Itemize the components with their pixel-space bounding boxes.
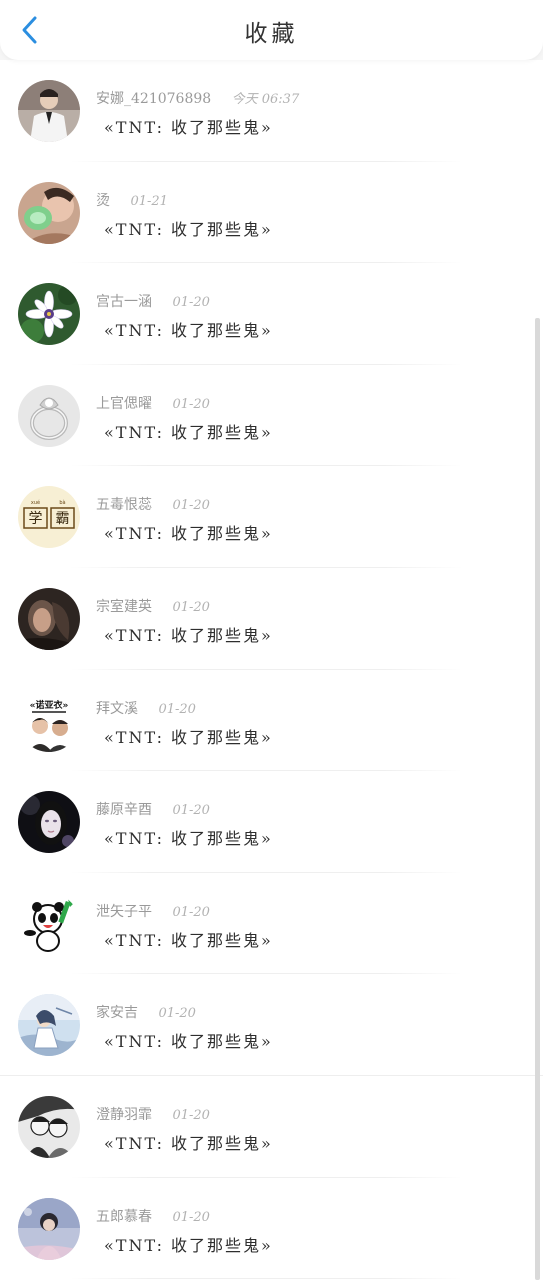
item-meta: 五郎慕春 01-20 bbox=[96, 1206, 210, 1226]
item-text: «TNT: 收了那些鬼» bbox=[104, 118, 273, 137]
list-item[interactable]: 澄静羽霏 01-20 «TNT: 收了那些鬼» bbox=[0, 1076, 543, 1178]
item-text: «TNT: 收了那些鬼» bbox=[104, 727, 273, 747]
user-name: 拜文溪 bbox=[96, 700, 138, 717]
svg-text:xué: xué bbox=[31, 499, 40, 506]
user-name: 安娜_421076898 bbox=[96, 91, 212, 107]
timestamp: 01-20 bbox=[172, 396, 210, 412]
item-meta: 宗室建英 01-20 bbox=[96, 596, 210, 616]
avatar bbox=[18, 1197, 80, 1260]
avatar: 学 霸 xué bà bbox=[18, 486, 80, 549]
top-bar: 收藏 bbox=[0, 0, 543, 60]
user-name: 藤原辛酉 bbox=[96, 802, 152, 819]
item-text: «TNT: 收了那些鬼» bbox=[104, 422, 273, 442]
avatar bbox=[18, 587, 80, 650]
timestamp: 01-20 bbox=[172, 1107, 210, 1123]
item-meta: 烫 01-21 bbox=[96, 190, 168, 210]
item-text: «TNT: 收了那些鬼» bbox=[104, 625, 273, 645]
item-meta: 泄矢子平 01-20 bbox=[96, 901, 210, 921]
svg-text:霸: 霸 bbox=[56, 511, 70, 527]
avatar bbox=[18, 791, 80, 854]
svg-text:«诺亚衣»: «诺亚衣» bbox=[30, 699, 69, 711]
avatar bbox=[18, 1095, 80, 1158]
item-meta: 藤原辛酉 01-20 bbox=[96, 799, 210, 819]
item-text: «TNT: 收了那些鬼» bbox=[104, 829, 273, 849]
timestamp: 01-20 bbox=[158, 701, 196, 717]
favorites-list: 安娜_421076898 今天 06:37 «TNT: 收了那些鬼» 烫 01-… bbox=[0, 60, 543, 1280]
avatar bbox=[18, 80, 80, 142]
timestamp: 今天 06:37 bbox=[231, 92, 300, 107]
list-item[interactable]: 上官偲曜 01-20 «TNT: 收了那些鬼» bbox=[0, 365, 543, 467]
page-title: 收藏 bbox=[244, 21, 299, 47]
svg-text:bà: bà bbox=[59, 499, 65, 506]
timestamp: 01-20 bbox=[172, 498, 210, 514]
user-name: 宗室建英 bbox=[96, 598, 152, 615]
user-name: 上官偲曜 bbox=[96, 395, 152, 412]
list-item[interactable]: 安娜_421076898 今天 06:37 «TNT: 收了那些鬼» bbox=[0, 60, 543, 162]
user-name: 家安吉 bbox=[96, 1005, 138, 1022]
list-item[interactable]: 宗室建英 01-20 «TNT: 收了那些鬼» bbox=[0, 568, 543, 670]
avatar bbox=[18, 283, 80, 346]
list-item[interactable]: 烫 01-21 «TNT: 收了那些鬼» bbox=[0, 162, 543, 264]
timestamp: 01-21 bbox=[130, 193, 168, 209]
timestamp: 01-20 bbox=[172, 1209, 210, 1225]
timestamp: 01-20 bbox=[172, 599, 210, 615]
item-text: «TNT: 收了那些鬼» bbox=[104, 930, 273, 950]
timestamp: 01-20 bbox=[158, 1006, 196, 1022]
user-name: 五毒恨蕊 bbox=[96, 497, 152, 514]
user-name: 宫古一涵 bbox=[96, 294, 152, 311]
scrollbar[interactable] bbox=[535, 318, 540, 1280]
item-text: «TNT: 收了那些鬼» bbox=[104, 321, 273, 341]
list-item[interactable]: «诺亚衣» 拜文溪 01-20 «TNT: 收了那些鬼» bbox=[0, 670, 543, 772]
list-item[interactable]: 家安吉 01-20 «TNT: 收了那些鬼» bbox=[0, 974, 543, 1076]
item-meta: 宫古一涵 01-20 bbox=[96, 291, 210, 311]
list-item[interactable]: 藤原辛酉 01-20 «TNT: 收了那些鬼» bbox=[0, 771, 543, 873]
list-item[interactable]: 五郎慕春 01-20 «TNT: 收了那些鬼» bbox=[0, 1178, 543, 1280]
item-text: «TNT: 收了那些鬼» bbox=[104, 219, 273, 239]
timestamp: 01-20 bbox=[172, 295, 210, 311]
user-name: 五郎慕春 bbox=[96, 1208, 152, 1225]
avatar: «诺亚衣» bbox=[18, 689, 80, 752]
user-name: 泄矢子平 bbox=[96, 903, 152, 920]
avatar bbox=[18, 994, 80, 1057]
item-meta: 安娜_421076898 今天 06:37 bbox=[96, 88, 299, 108]
item-text: «TNT: 收了那些鬼» bbox=[104, 524, 273, 544]
item-text: «TNT: 收了那些鬼» bbox=[104, 1235, 273, 1255]
avatar bbox=[18, 384, 80, 447]
avatar bbox=[18, 181, 80, 244]
item-meta: 拜文溪 01-20 bbox=[96, 698, 196, 718]
list-item[interactable]: 学 霸 xué bà 五毒恨蕊 01-20 «TNT: 收了那些鬼» bbox=[0, 466, 543, 568]
item-meta: 上官偲曜 01-20 bbox=[96, 393, 210, 413]
user-name: 澄静羽霏 bbox=[96, 1106, 152, 1123]
item-text: «TNT: 收了那些鬼» bbox=[104, 1032, 273, 1052]
list-item[interactable]: 泄矢子平 01-20 «TNT: 收了那些鬼» bbox=[0, 873, 543, 975]
timestamp: 01-20 bbox=[172, 803, 210, 819]
item-meta: 澄静羽霏 01-20 bbox=[96, 1104, 210, 1124]
svg-text:学: 学 bbox=[29, 511, 43, 527]
timestamp: 01-20 bbox=[172, 904, 210, 920]
list-item[interactable]: 宫古一涵 01-20 «TNT: 收了那些鬼» bbox=[0, 263, 543, 365]
avatar bbox=[18, 892, 80, 955]
user-name: 烫 bbox=[96, 192, 110, 209]
item-meta: 五毒恨蕊 01-20 bbox=[96, 494, 210, 514]
item-meta: 家安吉 01-20 bbox=[96, 1002, 196, 1022]
item-text: «TNT: 收了那些鬼» bbox=[104, 1133, 273, 1153]
